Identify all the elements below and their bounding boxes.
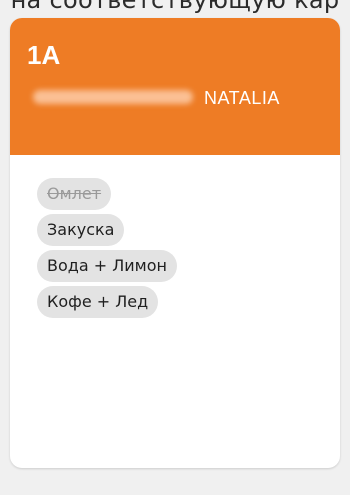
order-item-list: Омлет Закуска Вода + Лимон Кофе + Лед xyxy=(37,178,177,322)
seat-number: 1A xyxy=(27,40,61,70)
order-item-omelette[interactable]: Омлет xyxy=(37,178,112,210)
seat-order-card[interactable]: 1A NATALIA Омлет Закуска Вода + Лимон Ко… xyxy=(10,18,340,468)
passenger-first-name: NATALIA xyxy=(204,88,280,108)
blurred-passenger-surname xyxy=(33,90,193,104)
caption-text: на соответствующую кар xyxy=(10,0,340,14)
order-item-snack[interactable]: Закуска xyxy=(37,214,125,246)
order-item-water-lemon[interactable]: Вода + Лимон xyxy=(37,250,177,282)
card-header: 1A NATALIA xyxy=(10,18,340,155)
order-item-coffee-ice[interactable]: Кофе + Лед xyxy=(37,286,159,318)
